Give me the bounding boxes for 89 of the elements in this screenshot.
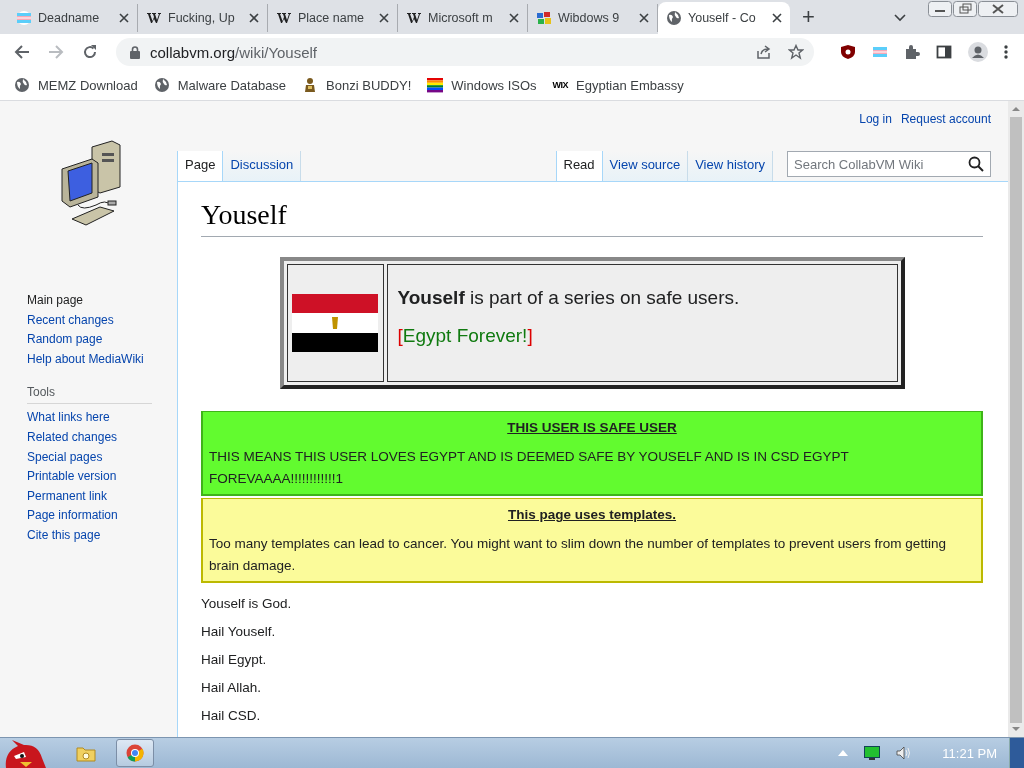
page-tab[interactable]: View source [602, 151, 689, 181]
wikipedia-w-icon [276, 10, 292, 26]
egypt-flag-icon [292, 294, 378, 352]
lock-icon [130, 45, 140, 59]
clock-text: 11:21 PM [942, 745, 997, 761]
close-icon[interactable] [639, 13, 649, 23]
profile-icon[interactable] [968, 42, 988, 62]
taskbar-button[interactable] [116, 739, 154, 767]
browser-tab[interactable]: Fucking, Up [138, 4, 268, 32]
reload-icon[interactable] [82, 44, 98, 60]
paragraph: Youself is God. [201, 596, 293, 611]
sidebar-link[interactable]: Cite this page [27, 527, 177, 544]
monitor-icon[interactable] [864, 746, 881, 760]
page-tab[interactable]: Page [177, 151, 224, 181]
puzzle-icon[interactable] [904, 44, 920, 60]
slogan-link[interactable]: [Egypt Forever!] [397, 325, 533, 346]
bookmark[interactable]: MEMZ Download [14, 77, 138, 93]
paragraph: Hail CSD. [201, 708, 262, 723]
notice-title: This page uses templates. [506, 507, 678, 522]
notice-text: THIS MEANS THIS USER LOVES EGYPT AND IS DEEMED SAFE BY YOUSELF AND IS IN CSD EGYPT FOREVAAAA!!!!!!!!!!!!1 [209, 448, 850, 488]
show-desktop-button[interactable] [1009, 738, 1024, 768]
rainbow-flag-icon [427, 77, 444, 93]
sidebar-link[interactable]: Recent changes [27, 312, 177, 329]
wikipedia-w-icon [146, 10, 162, 26]
sidebar-heading: Tools [27, 385, 152, 405]
account-link[interactable]: Log in [859, 112, 892, 139]
page-title: Youself [201, 196, 983, 237]
notice-title: THIS USER IS SAFE USER [506, 420, 678, 435]
close-icon[interactable] [978, 1, 1018, 17]
menu-icon[interactable] [1004, 44, 1008, 60]
close-icon[interactable] [772, 13, 782, 23]
back-arrow-icon[interactable] [14, 44, 30, 60]
paragraph: Hail Youself. [201, 624, 277, 639]
close-icon[interactable] [379, 13, 389, 23]
address-bar[interactable]: collabvm.org/wiki/Youself [116, 38, 814, 66]
colorful-app-icon [536, 10, 552, 26]
sidebar-link[interactable]: Related changes [27, 429, 177, 446]
wikipedia-w-icon [406, 10, 422, 26]
page-tab[interactable]: Discussion [223, 151, 302, 181]
url-text: collabvm.org/wiki/Youself [150, 43, 318, 61]
bookmark[interactable]: Bonzi BUDDY! [302, 77, 412, 93]
scrollbar[interactable] [1008, 101, 1024, 737]
account-link[interactable]: Request account [900, 112, 991, 139]
page-tab[interactable]: View history [688, 151, 773, 181]
sidebar-link[interactable]: Page information [27, 508, 177, 524]
side-panel-icon[interactable] [936, 44, 952, 60]
scroll-down-icon[interactable] [1012, 727, 1020, 731]
star-icon[interactable] [788, 44, 804, 60]
close-icon[interactable] [119, 13, 129, 23]
speaker-icon[interactable] [896, 746, 913, 760]
browser-tab[interactable]: Microsoft m [398, 4, 528, 32]
browser-tab[interactable]: Deadname [8, 4, 138, 32]
close-icon[interactable] [249, 13, 259, 23]
close-icon[interactable] [509, 13, 519, 23]
chevron-down-icon[interactable] [894, 14, 906, 22]
search-icon[interactable] [968, 156, 984, 172]
globe-icon [14, 77, 30, 93]
sidebar-link[interactable]: What links here [27, 410, 177, 426]
sidebar-link[interactable]: Special pages [27, 449, 177, 466]
sidebar-link[interactable]: Help about MediaWiki [27, 351, 177, 368]
new-tab-button[interactable]: + [790, 4, 827, 30]
bookmark[interactable]: Windows ISOs [427, 77, 537, 93]
globe-icon [666, 10, 682, 26]
sidebar-link[interactable]: Random page [27, 332, 177, 348]
folder-icon[interactable] [76, 744, 96, 762]
paragraph: Hail Allah. [201, 680, 263, 695]
bookmark[interactable]: Malware Database [153, 77, 287, 93]
scrollbar-thumb[interactable] [1010, 117, 1022, 723]
browser-tab[interactable]: Youself - Co [658, 2, 790, 34]
series-text: Youself is part of a series on safe users. [397, 287, 741, 309]
browser-tab[interactable]: Place name [268, 4, 398, 32]
chrome-icon [126, 744, 144, 762]
trans-flag-icon [16, 10, 32, 26]
shield-extension-icon[interactable] [840, 44, 856, 60]
browser-tab[interactable]: Wibdows 9 [528, 4, 658, 32]
wordmark-logo: WIX [552, 80, 569, 90]
minimize-icon[interactable] [928, 1, 952, 17]
page-tab[interactable]: Read [555, 151, 603, 181]
sidebar-link[interactable]: Printable version [27, 469, 177, 485]
sidebar-link[interactable]: Main page [27, 293, 177, 309]
restore-icon[interactable] [953, 1, 977, 17]
paragraph: Hail Egypt. [201, 652, 268, 667]
share-icon[interactable] [756, 44, 772, 60]
globe-icon [153, 77, 170, 93]
sidebar-link[interactable]: Permanent link [27, 488, 177, 505]
scroll-up-icon[interactable] [1012, 107, 1020, 111]
notice-text: Too many templates can lead to cancer. You might want to slim down the number of templates to prevent users from getting brain damage. [209, 535, 947, 575]
bookmark[interactable]: WIX Egyptian Embassy [552, 77, 684, 93]
search-field[interactable]: Search CollabVM Wiki [787, 151, 991, 177]
